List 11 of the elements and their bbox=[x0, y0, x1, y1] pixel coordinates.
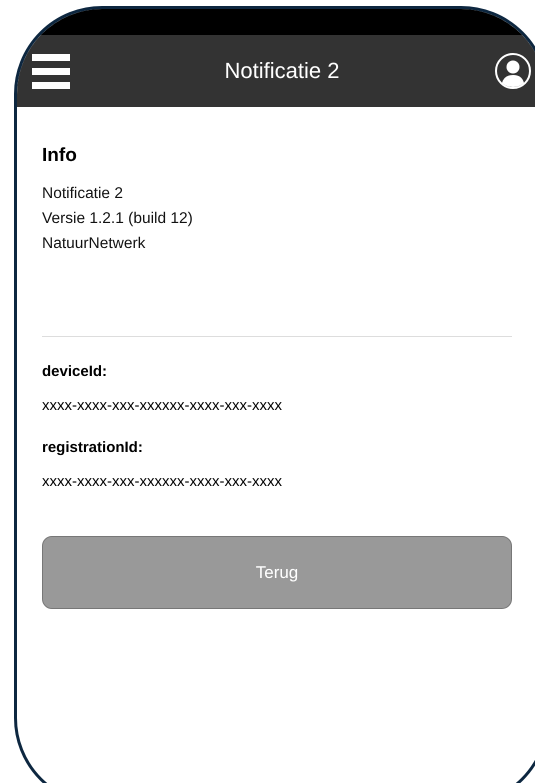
info-text: NatuurNetwerk bbox=[42, 234, 146, 254]
field-label: registrationId: bbox=[42, 439, 144, 456]
app-title: Notificatie 2 bbox=[224, 58, 340, 84]
profile-icon[interactable] bbox=[494, 52, 532, 90]
info-text: Notificatie 2 bbox=[42, 184, 124, 204]
field-label: deviceId: bbox=[42, 363, 108, 380]
field-value: xxxx-xxxx-xxx-xxxxxx-xxxx-xxx-xxxx bbox=[42, 473, 283, 490]
info-text: Versie 1.2.1 (build 12) bbox=[42, 209, 194, 229]
info-heading: Info bbox=[42, 145, 78, 167]
menu-icon[interactable] bbox=[32, 52, 70, 90]
field-value: xxxx-xxxx-xxx-xxxxxx-xxxx-xxx-xxxx bbox=[42, 397, 283, 414]
